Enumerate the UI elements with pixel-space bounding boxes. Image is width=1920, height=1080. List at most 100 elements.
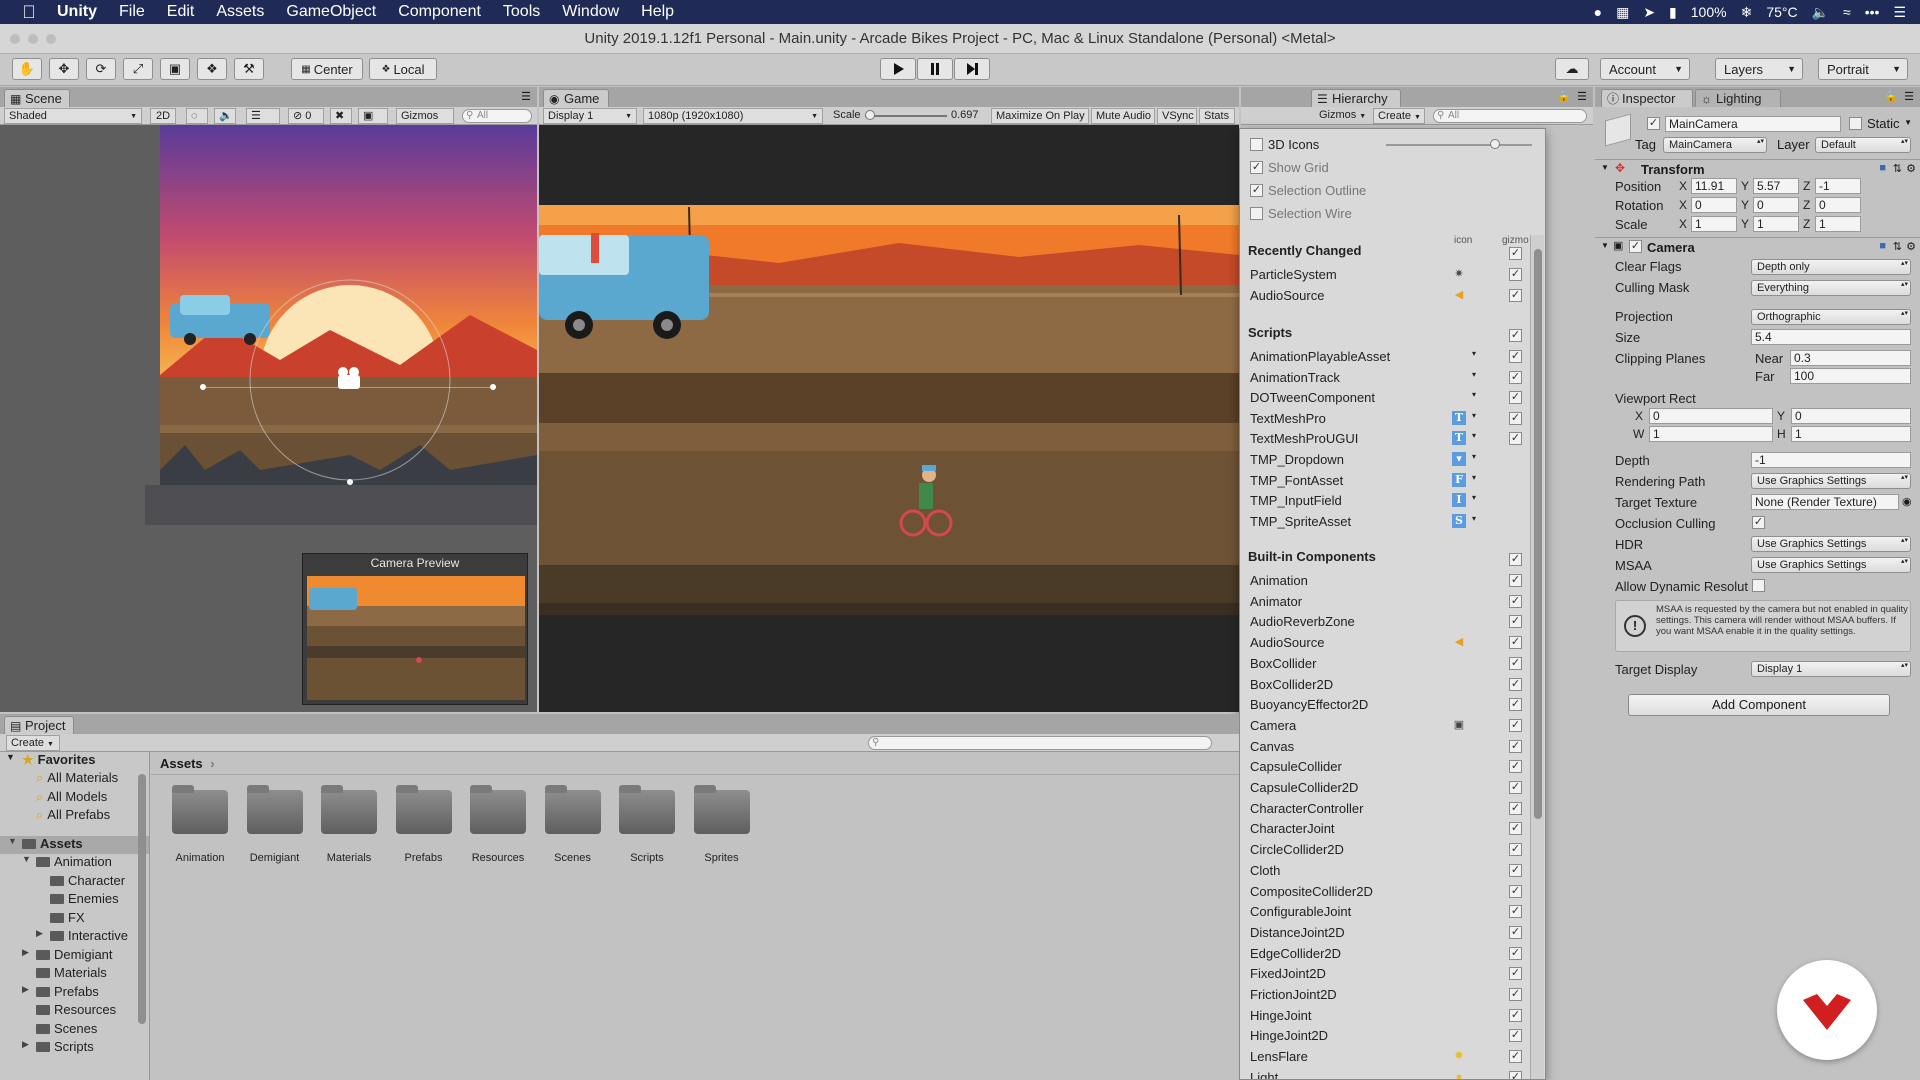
icon-dropdown-arrow-icon[interactable]: ▾ (1472, 390, 1476, 399)
resolution-dropdown[interactable]: 1080p (1920x1080) ▼ (643, 108, 823, 124)
scene-tools-toggle[interactable]: ✖ (330, 108, 352, 124)
projection-dropdown[interactable]: Orthographic (1751, 309, 1911, 325)
panel-menu-icon[interactable]: ☰ (1577, 90, 1587, 103)
gizmo-checkbox[interactable]: ✓ (1509, 1050, 1522, 1064)
scene-search-input[interactable]: ⚲ All (462, 109, 532, 123)
display-dropdown[interactable]: Display 1 ▼ (543, 108, 637, 124)
gizmo-option-selection-outline[interactable]: ✓ Selection Outline (1240, 181, 1530, 201)
gizmo-scrollbar[interactable] (1530, 235, 1544, 1079)
static-checkbox[interactable] (1849, 117, 1862, 130)
camera-header[interactable]: ▼ ▣ ✓ Camera ■ ⇅ ⚙ (1595, 237, 1920, 255)
builtin-all-checkbox[interactable]: ✓ (1509, 553, 1522, 566)
menu-tools[interactable]: Tools (492, 3, 551, 21)
msaa-dropdown[interactable]: Use Graphics Settings (1751, 557, 1911, 573)
hierarchy-create-dropdown[interactable]: Create ▼ (1373, 108, 1425, 124)
transform-header[interactable]: ▼ ✥ Transform ■ ⇅ ⚙ (1595, 159, 1920, 177)
scripts-all-checkbox[interactable]: ✓ (1509, 329, 1522, 342)
script-icon[interactable]: T (1452, 431, 1466, 446)
chevron-down-icon[interactable]: ▼ (1904, 118, 1912, 127)
creative-cloud-icon[interactable]: ● (1594, 4, 1602, 20)
pivot-center-button[interactable]: ▦ Center (291, 58, 363, 80)
gizmo-checkbox[interactable]: ✓ (1509, 636, 1522, 650)
gizmo-row[interactable]: Cloth ✓ (1240, 861, 1530, 881)
rect-tool-button[interactable]: ▣ (160, 58, 190, 80)
menu-edit[interactable]: Edit (156, 3, 206, 21)
target-texture-field[interactable]: None (Render Texture) (1751, 494, 1899, 510)
icon-dropdown-arrow-icon[interactable]: ▾ (1472, 473, 1476, 482)
minimize-window-icon[interactable] (28, 34, 38, 44)
tree-scrollbar[interactable] (135, 754, 149, 1050)
tab-hierarchy[interactable]: ☰ Hierarchy (1311, 89, 1401, 107)
gizmo-row[interactable]: AudioSource ◀ ✓ (1240, 633, 1530, 653)
gizmo-row[interactable]: Camera ▣ ✓ (1240, 716, 1530, 736)
position-z-input[interactable]: -1 (1815, 178, 1861, 194)
icon-dropdown-arrow-icon[interactable]: ▾ (1472, 349, 1476, 358)
lighting-toggle[interactable]: ◌ (186, 108, 208, 124)
gizmo-row[interactable]: Canvas ✓ (1240, 737, 1530, 757)
gizmo-row[interactable]: HingeJoint2D ✓ (1240, 1026, 1530, 1046)
tree-folder-fx[interactable]: FX (0, 910, 149, 928)
close-window-icon[interactable] (10, 34, 20, 44)
preset-icon[interactable]: ⇅ (1893, 240, 1902, 253)
gizmo-row[interactable]: AnimationTrack ▾ ✓ (1240, 368, 1530, 388)
list-icon[interactable]: ☰ (1893, 4, 1906, 21)
icon-dropdown-arrow-icon[interactable]: ▾ (1472, 411, 1476, 420)
gizmo-row[interactable]: HingeJoint ✓ (1240, 1006, 1530, 1026)
near-input[interactable]: 0.3 (1790, 350, 1911, 366)
preset-icon[interactable]: ⇅ (1893, 162, 1902, 175)
scale-track[interactable] (865, 115, 947, 117)
foldout-open-icon[interactable]: ▼ (22, 854, 31, 864)
culling-mask-dropdown[interactable]: Everything (1751, 280, 1911, 296)
viewport-x-input[interactable]: 0 (1649, 408, 1773, 424)
audio-icon[interactable]: ◀ (1452, 635, 1466, 649)
gizmo-checkbox[interactable]: ✓ (1509, 1008, 1522, 1022)
icon-dropdown-arrow-icon[interactable]: ▾ (1472, 452, 1476, 461)
gizmo-checkbox[interactable]: ✓ (1509, 843, 1522, 857)
foldout-open-icon[interactable]: ▼ (8, 836, 17, 846)
gizmo-row[interactable]: TextMeshPro T ▾ ✓ (1240, 409, 1530, 429)
panel-menu-icon[interactable]: ☰ (1904, 90, 1914, 103)
far-input[interactable]: 100 (1790, 368, 1911, 384)
gizmo-option-show-grid[interactable]: ✓ Show Grid (1240, 158, 1530, 178)
tree-folder-scenes[interactable]: Scenes (0, 1021, 149, 1039)
toggle-2d-button[interactable]: 2D (150, 108, 176, 124)
tree-assets-root[interactable]: ▼ Assets (0, 835, 149, 854)
tree-folder-materials[interactable]: Materials (0, 965, 149, 983)
gizmo-checkbox[interactable]: ✓ (1509, 391, 1522, 405)
occlusion-culling-checkbox[interactable]: ✓ (1752, 516, 1765, 529)
foldout-closed-icon[interactable]: ▶ (22, 947, 29, 958)
gizmo-checkbox[interactable]: ✓ (1509, 677, 1522, 691)
gizmo-row[interactable]: FrictionJoint2D ✓ (1240, 985, 1530, 1005)
gizmo-row[interactable]: TMP_Dropdown ▾ ▾ (1240, 450, 1530, 470)
menu-component[interactable]: Component (387, 3, 492, 21)
menu-assets[interactable]: Assets (205, 3, 275, 21)
rotate-tool-button[interactable]: ⟳ (86, 58, 116, 80)
gizmo-checkbox[interactable]: ✓ (1509, 574, 1522, 587)
lock-icon[interactable]: 🔒 (1884, 90, 1898, 103)
tree-folder-interactive[interactable]: ▶ Interactive (0, 928, 149, 946)
script-icon[interactable]: F (1452, 472, 1466, 487)
gizmo-row[interactable]: TextMeshProUGUI T ▾ ✓ (1240, 429, 1530, 449)
scene-viewport[interactable]: Camera Preview (0, 125, 537, 712)
viewport-w-input[interactable]: 1 (1649, 426, 1773, 442)
tab-project[interactable]: ▤ Project (4, 716, 74, 734)
tag-dropdown[interactable]: MainCamera (1663, 137, 1767, 153)
gizmo-row[interactable]: TMP_SpriteAsset S ▾ (1240, 512, 1530, 532)
gizmo-row[interactable]: AudioReverbZone ✓ (1240, 612, 1530, 632)
clear-flags-dropdown[interactable]: Depth only (1751, 259, 1911, 275)
gizmo-checkbox[interactable]: ✓ (1509, 781, 1522, 794)
target-display-dropdown[interactable]: Display 1 (1751, 661, 1911, 677)
gizmo-row[interactable]: EdgeCollider2D ✓ (1240, 944, 1530, 964)
menu-file[interactable]: File (108, 3, 156, 21)
gizmo-option-selection-wire[interactable]: Selection Wire (1240, 204, 1530, 224)
hidden-objects-counter[interactable]: ⊘ 0 (288, 108, 324, 124)
camera-enabled-checkbox[interactable]: ✓ (1629, 240, 1642, 253)
pivot-local-button[interactable]: ❖ Local (369, 58, 437, 80)
apple-icon[interactable]:  (12, 2, 46, 23)
icon-dropdown-arrow-icon[interactable]: ▾ (1472, 370, 1476, 379)
asset-folder[interactable]: Sprites (685, 785, 759, 864)
particle-icon[interactable]: ✷ (1452, 267, 1466, 281)
position-y-input[interactable]: 5.57 (1753, 178, 1799, 194)
flare-icon[interactable]: ✹ (1452, 1049, 1466, 1063)
asset-folder[interactable]: Animation (163, 785, 237, 864)
